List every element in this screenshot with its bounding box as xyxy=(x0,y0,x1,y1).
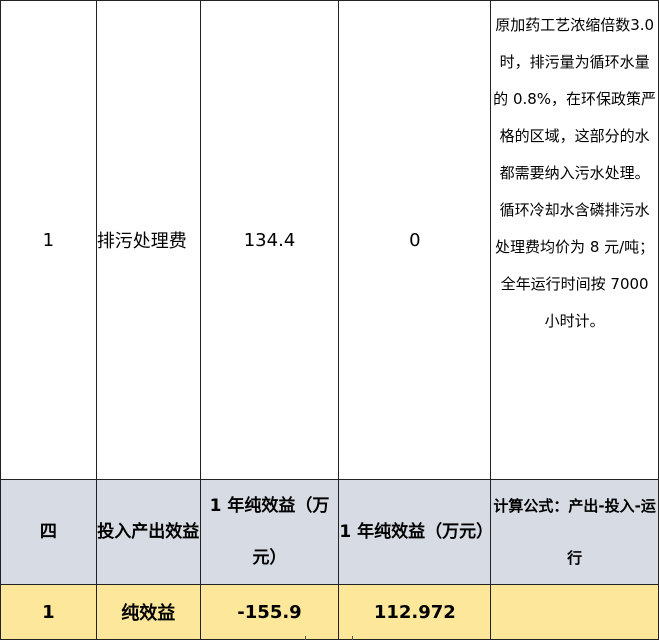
gridline-tick xyxy=(305,636,306,640)
value-a-cell: 134.4 xyxy=(199,0,340,480)
summary-number-cell: 1 xyxy=(0,584,97,640)
note-cell: 原加药工艺浓缩倍数3.0 时，排污量为循环水量的 0.8%，在环保政策严格的区域… xyxy=(490,0,659,480)
item-name-cell: 排污处理费 xyxy=(95,0,201,480)
section-header-row: 四 投入产出效益 1 年纯效益（万元） 1 年纯效益（万元） 计算公式：产出-投… xyxy=(0,479,659,585)
section-number-cell: 四 xyxy=(0,479,97,585)
summary-note-cell xyxy=(490,584,659,640)
section-item-cell: 投入产出效益 xyxy=(95,479,201,585)
section-value-b-header: 1 年纯效益（万元） xyxy=(338,479,492,585)
summary-value-a-cell: -155.9 xyxy=(199,584,340,640)
gridline-tick xyxy=(352,636,353,640)
benefit-table: 1 排污处理费 134.4 0 原加药工艺浓缩倍数3.0 时，排污量为循环水量的… xyxy=(0,0,659,640)
section-value-a-header: 1 年纯效益（万元） xyxy=(199,479,340,585)
value-b-cell: 0 xyxy=(338,0,492,480)
section-formula-cell: 计算公式：产出-投入-运行 xyxy=(490,479,659,585)
table-row-sewage-fee: 1 排污处理费 134.4 0 原加药工艺浓缩倍数3.0 时，排污量为循环水量的… xyxy=(0,0,659,480)
summary-value-b-cell: 112.972 xyxy=(338,584,492,640)
summary-item-cell: 纯效益 xyxy=(95,584,201,640)
net-benefit-row: 1 纯效益 -155.9 112.972 xyxy=(0,584,659,640)
row-number-cell: 1 xyxy=(0,0,97,480)
